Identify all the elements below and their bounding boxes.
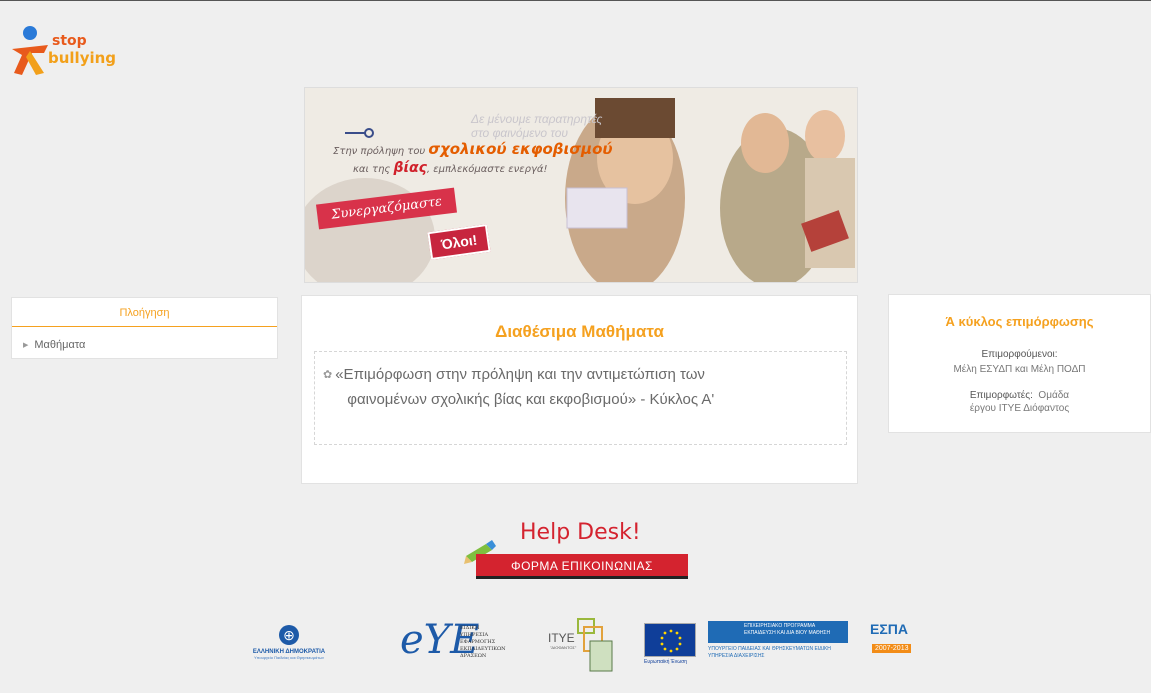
- ministry-text: Υπουργείο Παιδείας και Θρησκευμάτων: [254, 655, 324, 660]
- training-cycle-block: Ά κύκλος επιμόρφωσης Επιμορφούμενοι: Μέλ…: [888, 294, 1151, 433]
- navigation-title: Πλοήγηση: [12, 298, 277, 327]
- course-link[interactable]: ✿ «Επιμόρφωση στην πρόληψη και την αντιμ…: [323, 362, 846, 412]
- stop-bullying-logo-graphic: stop bullying: [12, 26, 116, 75]
- available-courses-block: Διαθέσιμα Μαθήματα ✿ «Επιμόρφωση στην πρ…: [301, 295, 858, 484]
- banner-slogan-line-1: Στην πρόληψη του σχολικού εκφοβισμού: [333, 140, 613, 158]
- sponsor-logos: ⊕ ΕΛΛΗΝΙΚΗ ΔΗΜΟΚΡΑΤΙΑ Υπουργείο Παιδείας…: [0, 609, 1151, 689]
- itye-label: ΙΤΥΕ: [548, 631, 575, 645]
- trainers-row: Επιμορφωτές: Ομάδα έργου ΙΤΥΕ Διόφαντος: [889, 389, 1150, 415]
- trainers-value-1: Ομάδα: [1038, 390, 1070, 401]
- nav-item-label: Μαθήματα: [34, 339, 86, 351]
- course-title: «Επιμόρφωση στην πρόληψη και την αντιμετ…: [335, 362, 755, 412]
- available-courses-title: Διαθέσιμα Μαθήματα: [495, 322, 664, 341]
- banner-line-2-prefix: και της: [353, 164, 394, 175]
- eye-text: ΕΙΔΙΚΗ ΥΠΗΡΕΣΙΑ ΕΦΑΡΜΟΓΗΣ ΕΚΠΑΙΔΕΥΤΙΚΩΝ …: [460, 625, 505, 660]
- eu-flag-icon: [644, 623, 696, 657]
- hellenic-republic-logo[interactable]: ⊕ ΕΛΛΗΝΙΚΗ ΔΗΜΟΚΡΑΤΙΑ Υπουργείο Παιδείας…: [244, 625, 334, 660]
- course-title-line-1: «Επιμόρφωση στην πρόληψη και την αντιμετ…: [335, 366, 705, 383]
- banner-faded-text: Δε μένουμε παρατηρητές στο φαινόμενο του: [471, 112, 602, 140]
- training-cycle-title: Ά κύκλος επιμόρφωσης: [945, 314, 1094, 329]
- campaign-banner: Δε μένουμε παρατηρητές στο φαινόμενο του…: [304, 87, 858, 283]
- course-list-item: ✿ «Επιμόρφωση στην πρόληψη και την αντιμ…: [314, 351, 847, 445]
- banner-line-2-highlight: βίας: [393, 160, 427, 176]
- itye-sublabel: "ΔΙΟΦΑΝΤΟΣ": [550, 645, 577, 650]
- banner-faded-line-1: Δε μένουμε παρατηρητές: [471, 112, 603, 126]
- eye-text-line: ΕΙΔΙΚΗ: [460, 625, 480, 631]
- banner-slogan-line-2: και της βίας, εμπλεκόμαστε ενεργά!: [353, 160, 548, 176]
- banner-line-1-prefix: Στην πρόληψη του: [333, 146, 429, 157]
- eye-text-line: ΕΚΠΑΙΔΕΥΤΙΚΩΝ: [460, 646, 506, 652]
- hellenic-emblem-icon: ⊕: [279, 625, 299, 645]
- banner-faded-line-2: στο φαινόμενο του: [471, 126, 569, 140]
- navigation-block: Πλοήγηση ▶ Μαθήματα: [11, 297, 278, 359]
- nav-item-courses[interactable]: ▶ Μαθήματα: [12, 327, 277, 351]
- helpdesk-title: Help Desk!: [520, 520, 641, 545]
- banner-line-2-suffix: , εμπλεκόμαστε ενεργά!: [426, 164, 548, 175]
- eye-text-line: ΔΡΑΣΕΩΝ: [460, 653, 487, 659]
- trainers-value-2: έργου ΙΤΥΕ Διόφαντος: [969, 403, 1070, 414]
- logo-word-stop: stop: [52, 33, 87, 49]
- expand-triangle-icon: ▶: [23, 342, 29, 349]
- helpdesk-banner[interactable]: Help Desk! ΦΟΡΜΑ ΕΠΙΚΟΙΝΩΝΙΑΣ: [462, 516, 692, 584]
- trainers-label: Επιμορφωτές:: [969, 390, 1033, 401]
- eye-text-line: ΥΠΗΡΕΣΙΑ: [460, 632, 489, 638]
- eu-stars-icon: [660, 629, 682, 653]
- course-title-line-2: φαινομένων σχολικής βίας και εκφοβισμού»…: [347, 391, 715, 408]
- espa-years: 2007-2013: [872, 644, 912, 653]
- contact-form-button[interactable]: ΦΟΡΜΑ ΕΠΙΚΟΙΝΩΝΙΑΣ: [476, 554, 688, 579]
- epeaek-logo[interactable]: ΕΠΙΧΕΙΡΗΣΙΑΚΟ ΠΡΟΓΡΑΜΜΑ ΕΚΠΑΙΔΕΥΣΗ ΚΑΙ Δ…: [708, 621, 848, 677]
- logo-word-bullying: bullying: [48, 49, 116, 67]
- trainees-value: Μέλη ΕΣΥΔΠ και Μέλη ΠΟΔΠ: [953, 364, 1086, 375]
- eye-logo[interactable]: eYE ΕΙΔΙΚΗ ΥΠΗΡΕΣΙΑ ΕΦΑΡΜΟΓΗΣ ΕΚΠΑΙΔΕΥΤΙ…: [400, 617, 520, 675]
- banner-line-1-highlight: σχολικού εκφοβισμού: [428, 140, 613, 158]
- eu-label: Ευρωπαϊκή Ένωση: [644, 659, 687, 665]
- stop-bullying-logo[interactable]: stop bullying: [8, 23, 128, 79]
- eu-flag-logo[interactable]: Ευρωπαϊκή Ένωση: [644, 623, 700, 675]
- epeaek-subtitle: ΥΠΟΥΡΓΕΙΟ ΠΑΙΔΕΙΑΣ ΚΑΙ ΘΡΗΣΚΕΥΜΑΤΩΝ ΕΙΔΙ…: [708, 646, 831, 659]
- espa-label: ΕΣΠΑ: [870, 621, 908, 637]
- course-icon: ✿: [323, 369, 333, 381]
- eye-text-line: ΕΦΑΡΜΟΓΗΣ: [460, 639, 496, 645]
- itye-logo[interactable]: ΙΤΥΕ "ΔΙΟΦΑΝΤΟΣ": [548, 615, 618, 677]
- epeaek-title: ΕΠΙΧΕΙΡΗΣΙΑΚΟ ΠΡΟΓΡΑΜΜΑ ΕΚΠΑΙΔΕΥΣΗ ΚΑΙ Δ…: [708, 621, 848, 643]
- espa-logo[interactable]: ΕΣΠΑ 2007-2013: [852, 621, 922, 661]
- trainees-label: Επιμορφούμενοι:: [981, 349, 1058, 360]
